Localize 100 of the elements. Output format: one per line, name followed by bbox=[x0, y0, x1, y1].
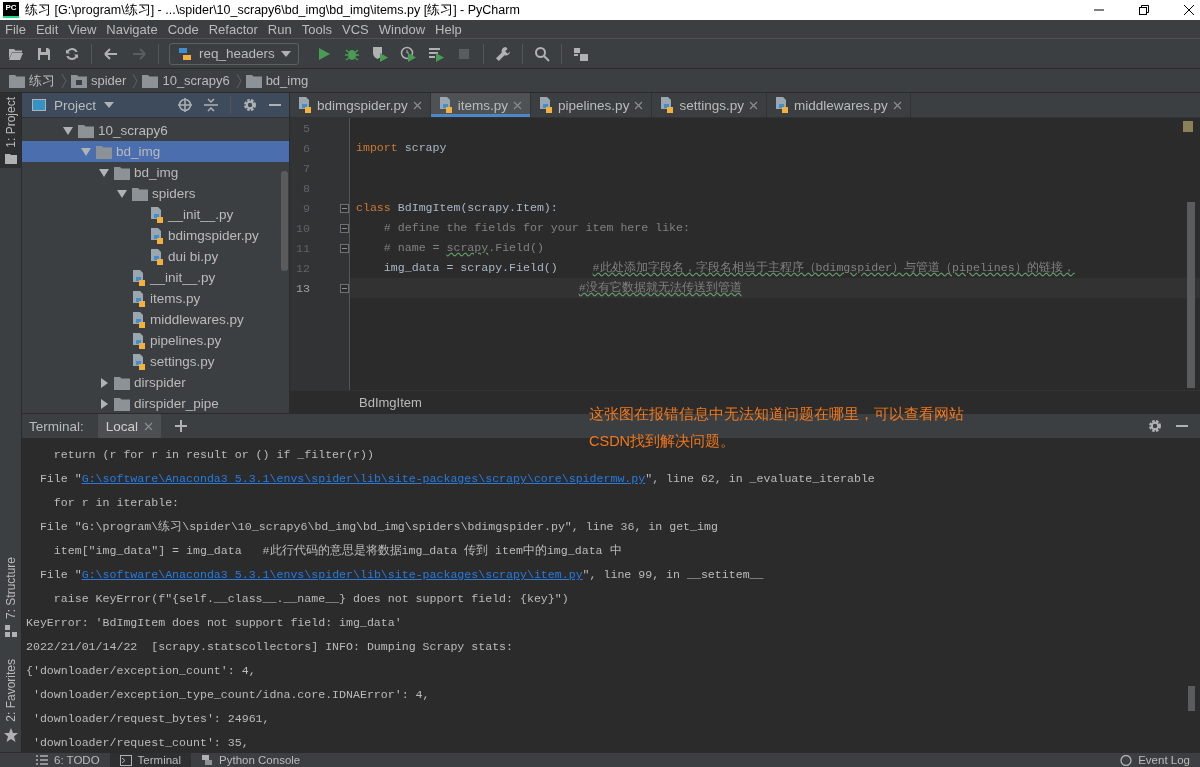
breadcrumb-item[interactable]: spider bbox=[91, 73, 127, 88]
settings-icon[interactable] bbox=[243, 98, 257, 112]
python-icon bbox=[177, 45, 193, 62]
arrow-down-icon[interactable] bbox=[80, 146, 92, 157]
tree-item[interactable]: settings.py bbox=[22, 351, 289, 372]
tree-item[interactable]: pipelines.py bbox=[22, 330, 289, 351]
arrow-right-icon[interactable] bbox=[98, 398, 110, 409]
close-icon[interactable] bbox=[1183, 4, 1195, 16]
editor-tab[interactable]: middlewares.py bbox=[766, 93, 911, 117]
back-arrow-icon[interactable] bbox=[103, 45, 119, 62]
breadcrumb-item[interactable]: 10_scrapy6 bbox=[162, 73, 230, 88]
run-configuration-dropdown[interactable]: req_headers bbox=[169, 42, 299, 65]
tree-item[interactable]: bd_img bbox=[22, 162, 289, 183]
python-file-icon bbox=[132, 269, 146, 286]
tool-window-tab[interactable]: 2: Favorites bbox=[0, 655, 21, 746]
terminal-line: 2022/21/01/14/22 [scrapy.statscollectors] INFO: Dumping Scrapy stats: bbox=[26, 639, 514, 655]
save-icon[interactable] bbox=[36, 45, 52, 62]
terminal-line: return (r for r in result or () if _filter(r)) bbox=[52, 447, 374, 463]
view-dropdown[interactable]: Project bbox=[32, 97, 115, 113]
tool-window-button[interactable]: Terminal bbox=[109, 753, 192, 767]
arrow-right-icon[interactable] bbox=[98, 377, 110, 388]
scrollbar-thumb[interactable] bbox=[1188, 686, 1195, 711]
menu-item[interactable]: Refactor bbox=[203, 21, 263, 37]
scrollbar-thumb[interactable] bbox=[1187, 202, 1195, 388]
shield-run-icon[interactable] bbox=[371, 45, 388, 62]
tree-item[interactable]: dirspider_pipe bbox=[22, 393, 289, 414]
tree-item[interactable]: dirspider bbox=[22, 372, 289, 393]
wrench-icon[interactable] bbox=[494, 45, 511, 62]
terminal-line: File "G:\software\Anaconda3 5.3.1\envs\spider\lib\site-packages\scrapy\item.py", line 99, in __setitem__ bbox=[38, 567, 764, 583]
analysis-marker-icon bbox=[1183, 121, 1193, 132]
tree-item[interactable]: middlewares.py bbox=[22, 309, 289, 330]
breadcrumb-item[interactable]: BdImgItem bbox=[359, 394, 422, 410]
list-run-icon[interactable] bbox=[427, 45, 444, 62]
restore-icon[interactable] bbox=[1138, 4, 1150, 16]
file-link[interactable]: G:\software\Anaconda3 5.3.1\envs\spider\lib\site-packages\scrapy\core\spidermw.py bbox=[81, 472, 646, 485]
editor-tab[interactable]: settings.py bbox=[652, 93, 767, 117]
tree-item[interactable]: 10_scrapy6 bbox=[22, 120, 289, 141]
menu-item[interactable]: File bbox=[0, 21, 31, 37]
arrow-down-icon[interactable] bbox=[62, 125, 74, 136]
arrow-down-icon[interactable] bbox=[98, 167, 110, 178]
python-file-icon bbox=[150, 206, 164, 223]
add-icon[interactable] bbox=[175, 420, 188, 432]
python-file-icon bbox=[660, 97, 675, 113]
editor-tab[interactable]: items.py bbox=[430, 93, 532, 117]
clock-run-icon[interactable] bbox=[399, 45, 416, 62]
menu-item[interactable]: Edit bbox=[30, 21, 64, 37]
search-icon[interactable] bbox=[533, 45, 550, 62]
folder-icon bbox=[71, 73, 87, 88]
terminal-tab[interactable]: Local bbox=[97, 414, 162, 438]
annotation-text: CSDN找到解决问题。 bbox=[589, 432, 737, 451]
file-link[interactable]: G:\software\Anaconda3 5.3.1\envs\spider\lib\site-packages\scrapy\item.py bbox=[81, 568, 583, 581]
editor-tab[interactable]: bdimgspider.py bbox=[290, 93, 431, 117]
code-line: # define the fields for your item here like: bbox=[382, 220, 691, 236]
sync-icon[interactable] bbox=[64, 45, 80, 62]
terminal-line: 'downloader/request_bytes': 24961, bbox=[31, 711, 270, 727]
event-log-button[interactable]: Event Log bbox=[1110, 753, 1200, 767]
python-file-icon bbox=[774, 97, 789, 113]
menu-item[interactable]: Code bbox=[162, 21, 204, 37]
menu-item[interactable]: Run bbox=[262, 21, 297, 37]
menu-item[interactable]: Window bbox=[373, 21, 431, 37]
collapse-all-icon[interactable] bbox=[204, 98, 218, 112]
menu-item[interactable]: Help bbox=[430, 21, 467, 37]
chevron-icon bbox=[132, 72, 139, 89]
tool-window-button[interactable]: Python Console bbox=[191, 753, 311, 767]
settings-icon[interactable] bbox=[1148, 419, 1162, 433]
window-icon bbox=[32, 99, 46, 111]
fold-marker-icon[interactable] bbox=[340, 223, 349, 233]
editor-tab[interactable]: pipelines.py bbox=[531, 93, 653, 117]
menu-item[interactable]: VCS bbox=[337, 21, 374, 37]
fold-marker-icon[interactable] bbox=[340, 203, 349, 213]
tree-item[interactable]: items.py bbox=[22, 288, 289, 309]
terminal-line: File "G:\software\Anaconda3 5.3.1\envs\spider\lib\site-packages\scrapy\core\spidermw.py", line 62, in _evaluate_iterable bbox=[38, 471, 875, 487]
tool-window-button[interactable]: 6: TODO bbox=[26, 753, 110, 767]
menu-item[interactable]: Tools bbox=[296, 21, 338, 37]
menu-item[interactable]: Navigate bbox=[101, 21, 163, 37]
tree-item[interactable]: spiders bbox=[22, 183, 289, 204]
tree-item[interactable]: __init__.py bbox=[22, 267, 289, 288]
folder-icon bbox=[78, 123, 94, 138]
chevron-icon bbox=[61, 72, 67, 89]
tool-window-tab[interactable]: 7: Structure bbox=[0, 553, 21, 642]
folder-icon bbox=[132, 186, 148, 201]
arrow-down-icon[interactable] bbox=[116, 188, 128, 199]
terminal-line: KeyError: 'BdImgItem does not support field: img_data' bbox=[26, 615, 402, 631]
locate-icon[interactable] bbox=[178, 98, 192, 112]
tree-item[interactable]: __init__.py bbox=[22, 204, 289, 225]
terminal-label: Terminal: bbox=[28, 418, 84, 434]
fold-marker-icon[interactable] bbox=[340, 283, 349, 293]
fold-marker-icon[interactable] bbox=[340, 243, 349, 253]
tree-item[interactable]: bdimgspider.py bbox=[22, 225, 289, 246]
breadcrumb-item[interactable]: bd_img bbox=[265, 73, 309, 88]
breadcrumb-item[interactable]: 练习 bbox=[29, 71, 55, 90]
code-line: # name = scrapy.Field() bbox=[382, 240, 545, 256]
tool-window-tab[interactable]: 1: Project bbox=[0, 93, 21, 168]
list-icon bbox=[36, 755, 48, 765]
scrollbar-thumb[interactable] bbox=[281, 171, 288, 271]
structure-icon[interactable] bbox=[572, 45, 589, 62]
menu-item[interactable]: View bbox=[63, 21, 102, 37]
tree-item[interactable]: dui bi.py bbox=[22, 246, 289, 267]
line-number: 13 bbox=[295, 281, 310, 295]
code-line: img_data = scrapy.Field() #此处添加字段名，字段名相当于主程序（bdimgspider）与管道（pipelines）的链接， bbox=[382, 260, 1076, 276]
